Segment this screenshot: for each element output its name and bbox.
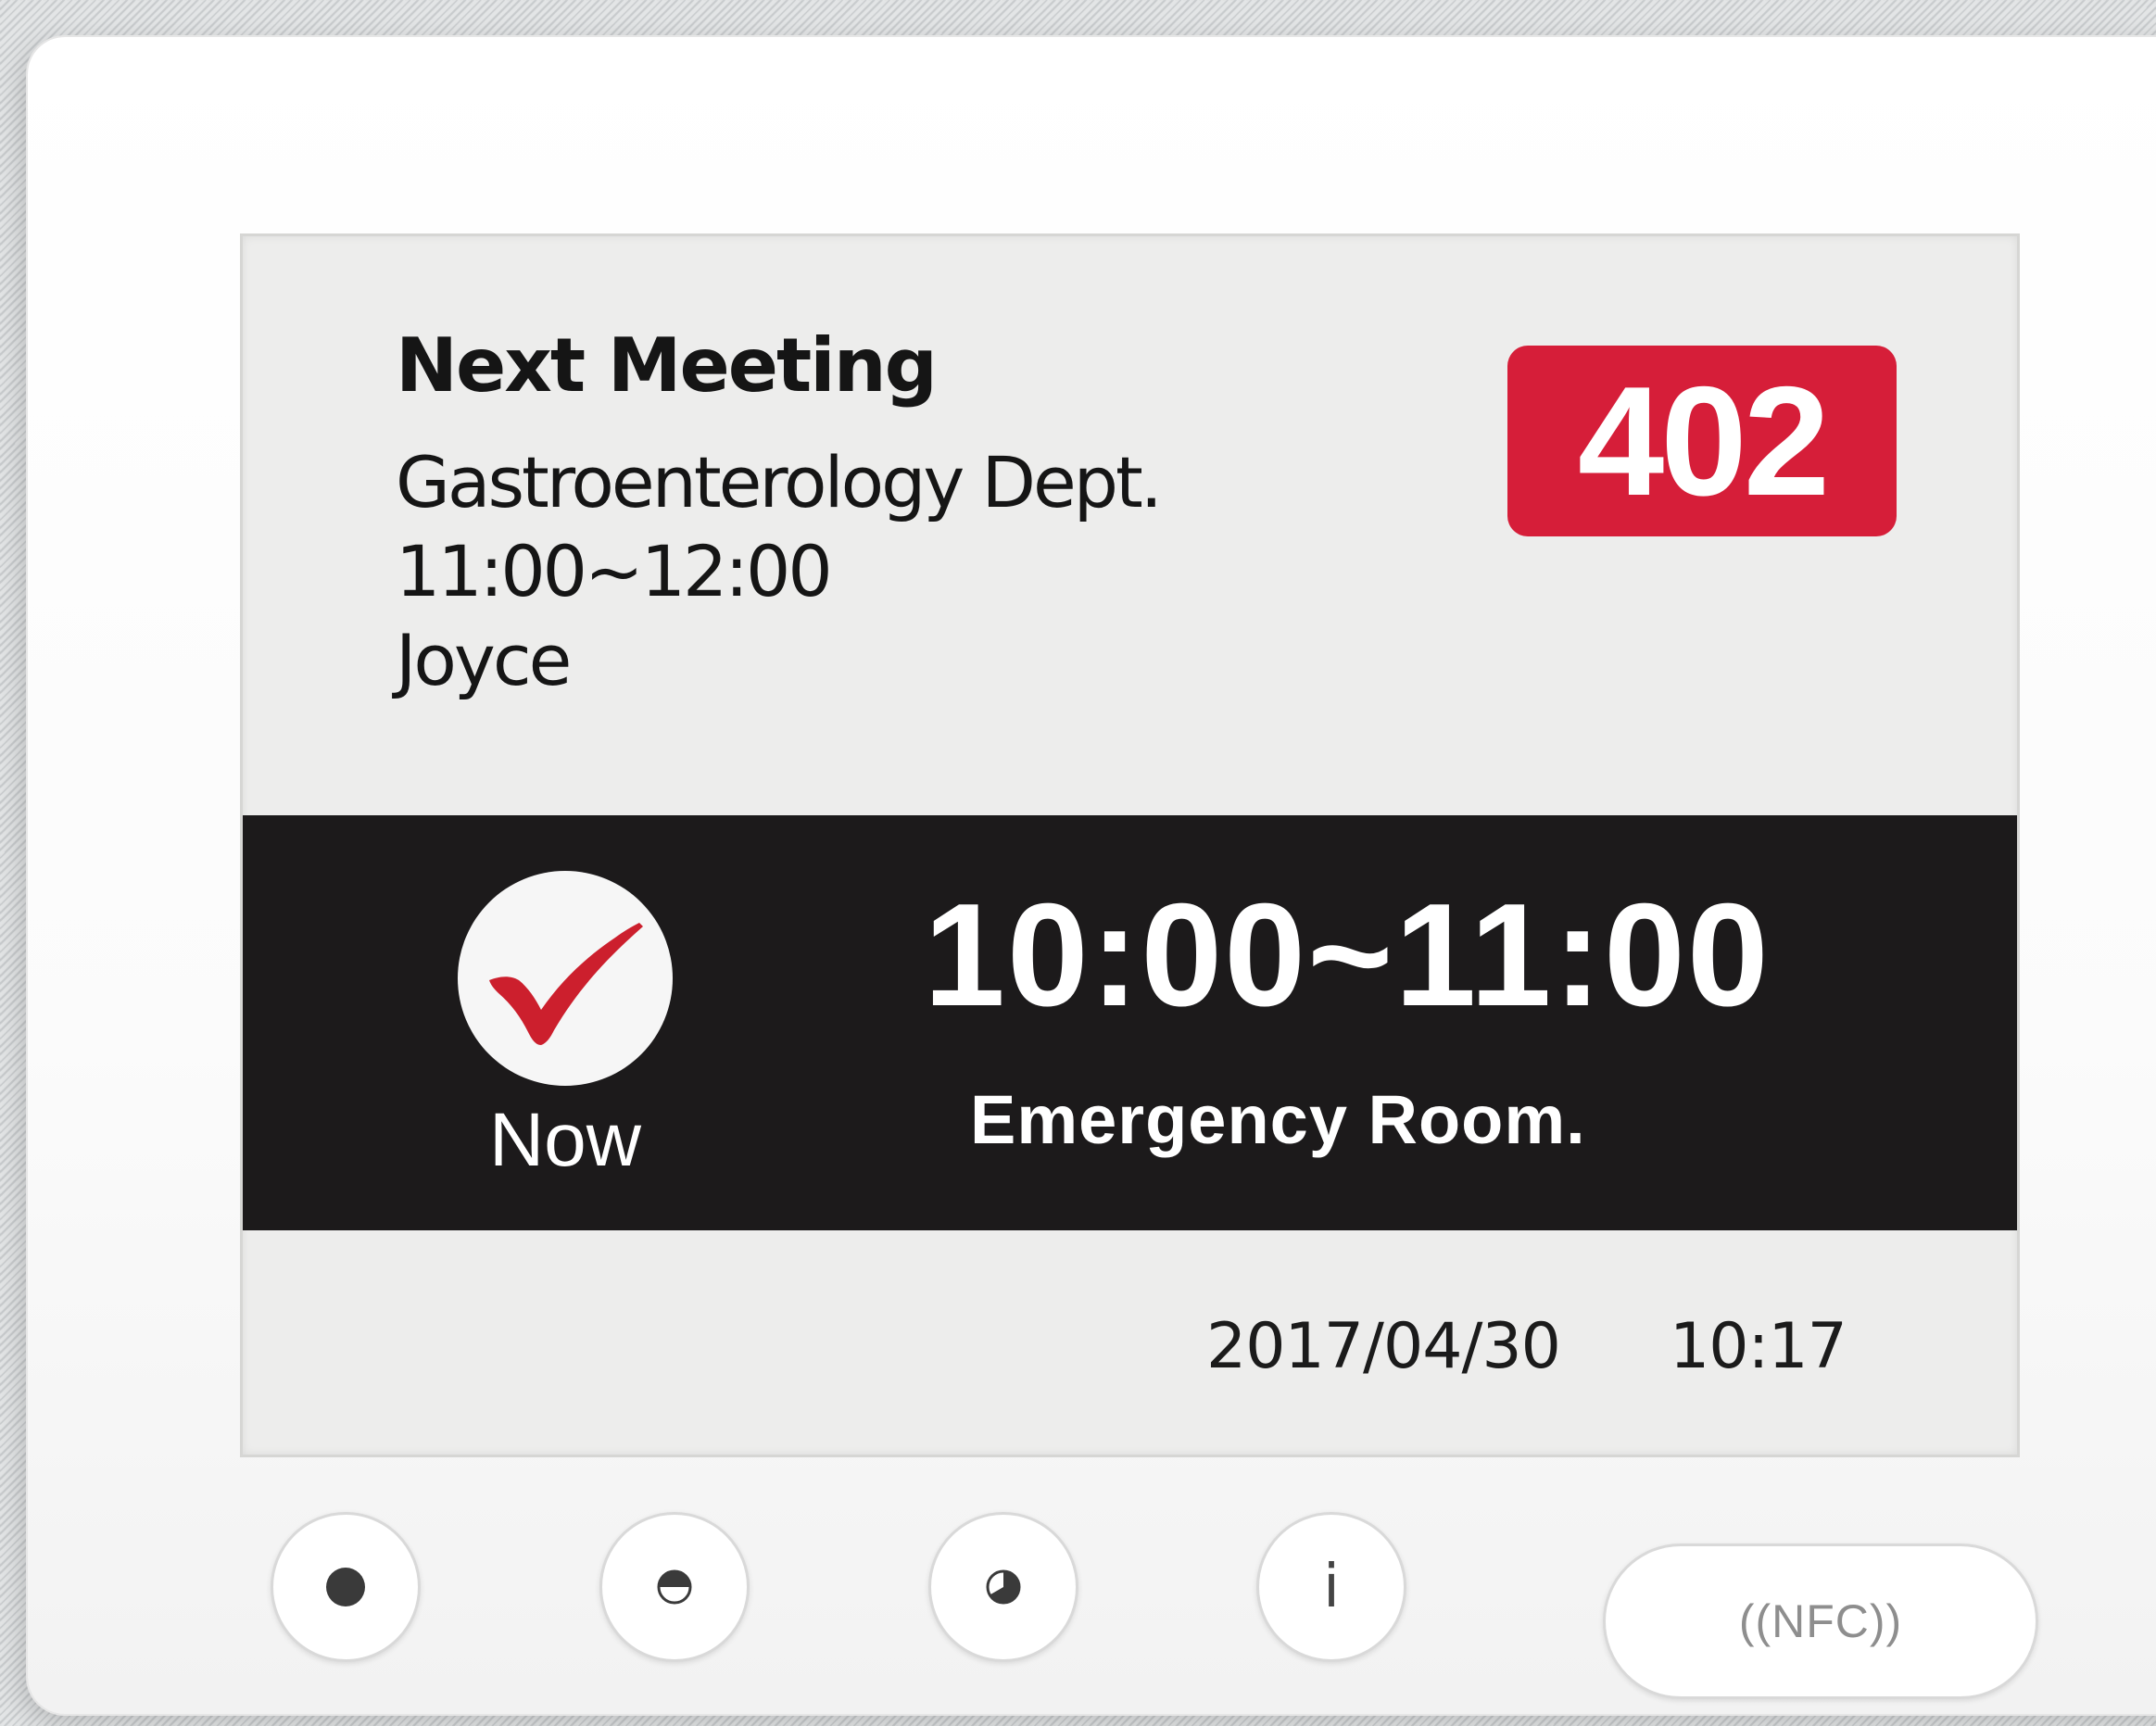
pie-button[interactable] bbox=[928, 1512, 1078, 1662]
filled-dot-icon bbox=[326, 1568, 365, 1606]
next-meeting-department: Gastroenterology Dept. bbox=[396, 441, 1163, 523]
current-meeting-time: 10:00~11:00 bbox=[924, 874, 1771, 1037]
nfc-button[interactable]: ((NFC)) bbox=[1603, 1543, 2038, 1699]
info-icon: i bbox=[1323, 1553, 1340, 1621]
pie-segment-icon bbox=[986, 1569, 1021, 1605]
now-status-label: Now bbox=[488, 1098, 642, 1182]
checkmark-icon bbox=[458, 871, 673, 1086]
current-meeting-band: Now 10:00~11:00 Emergency Room. bbox=[243, 815, 2017, 1230]
room-number-badge: 402 bbox=[1507, 346, 1897, 536]
next-meeting-time: 11:00~12:00 bbox=[396, 530, 833, 612]
next-meeting-host: Joyce bbox=[396, 619, 572, 701]
current-clock-time: 10:17 bbox=[1669, 1310, 1847, 1383]
next-meeting-title: Next Meeting bbox=[396, 322, 938, 409]
half-circle-button[interactable] bbox=[599, 1512, 750, 1662]
e-paper-screen: Next Meeting Gastroenterology Dept. 11:0… bbox=[243, 236, 2017, 1455]
next-meeting-panel: Next Meeting Gastroenterology Dept. 11:0… bbox=[396, 322, 1163, 705]
dot-button[interactable] bbox=[271, 1512, 421, 1662]
current-date: 2017/04/30 bbox=[1206, 1310, 1561, 1383]
current-meeting-room: Emergency Room. bbox=[970, 1081, 1586, 1158]
date-time-readout: 2017/04/30 10:17 bbox=[1206, 1316, 1847, 1379]
half-circle-icon bbox=[657, 1569, 692, 1605]
info-button[interactable]: i bbox=[1256, 1512, 1406, 1662]
e-paper-device: Next Meeting Gastroenterology Dept. 11:0… bbox=[28, 37, 2156, 1714]
